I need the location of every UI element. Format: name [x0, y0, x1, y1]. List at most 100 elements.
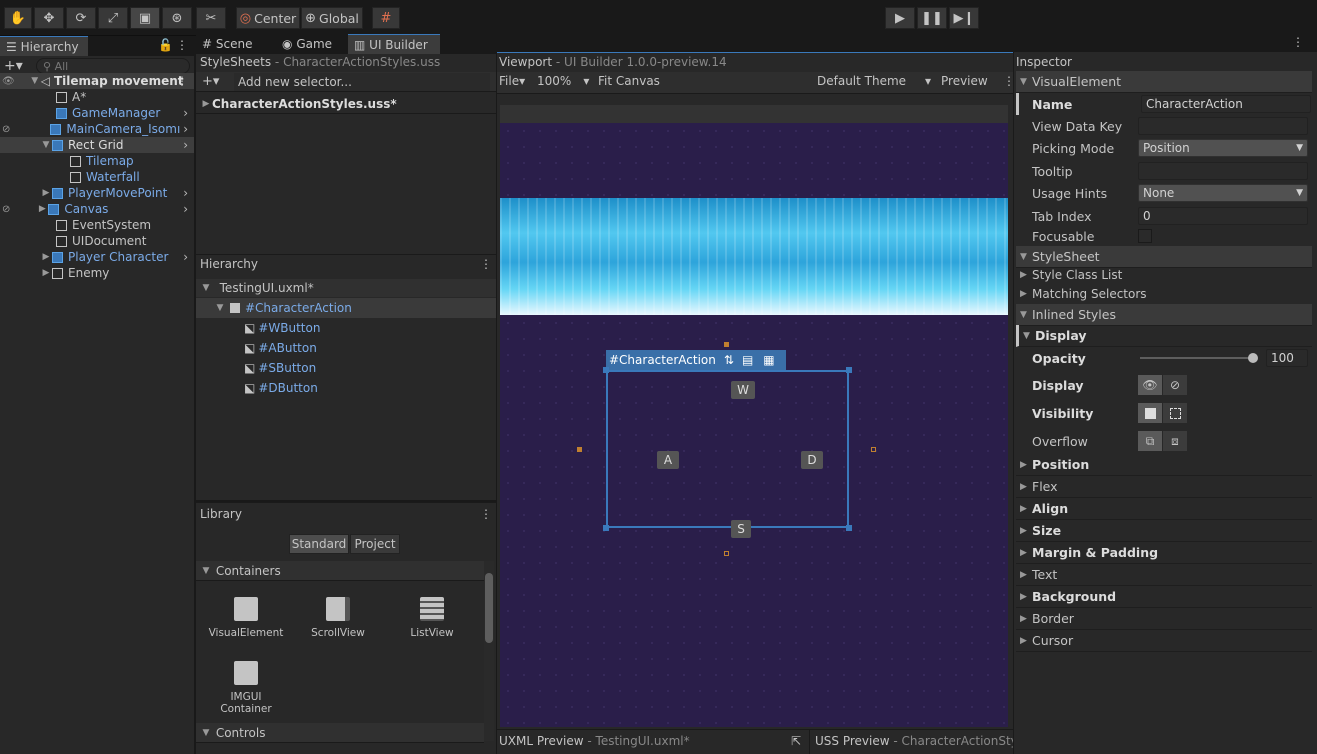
more-icon[interactable]: ⋮	[176, 38, 188, 52]
focusable-checkbox[interactable]	[1138, 229, 1152, 243]
lock-icon[interactable]: 🔓	[158, 38, 173, 52]
chevron-right-icon[interactable]: ›	[183, 122, 188, 136]
open-external-icon[interactable]: ⇱	[791, 734, 801, 748]
containers-foldout[interactable]: ▼ Containers	[196, 561, 484, 581]
overflow-visible-icon[interactable]: ⧉	[1138, 431, 1162, 451]
selector-input[interactable]: Add new selector...	[234, 73, 490, 91]
eye-icon[interactable]: 👁	[1138, 375, 1162, 395]
resize-handle[interactable]	[603, 525, 609, 531]
slider-thumb[interactable]	[1248, 353, 1258, 363]
list-item[interactable]: UIDocument	[56, 233, 147, 249]
resize-handle[interactable]	[846, 367, 852, 373]
tree-item[interactable]: ⬕ #AButton	[244, 340, 317, 356]
matching-selectors-foldout[interactable]: ▶ Matching Selectors	[1016, 284, 1312, 303]
pause-button[interactable]: ❚❚	[917, 7, 947, 29]
tree-item[interactable]: ▼ #CharacterAction	[196, 298, 496, 318]
list-item[interactable]: EventSystem	[56, 217, 151, 233]
tooltip-field[interactable]	[1138, 162, 1308, 180]
play-button[interactable]: ▶	[885, 7, 915, 29]
visualelement-foldout[interactable]: ▼ VisualElement	[1016, 71, 1312, 93]
library-item-listview[interactable]: ListView	[392, 597, 472, 639]
tab-ui-builder[interactable]: ▥ UI Builder	[348, 34, 440, 54]
view-data-key-field[interactable]	[1138, 117, 1308, 135]
expand-arrow-icon[interactable]: ▼	[214, 303, 226, 313]
chevron-right-icon[interactable]: ›	[183, 202, 188, 216]
rect-tool-icon[interactable]: ▣	[130, 7, 160, 29]
flex-foldout[interactable]: ▶ Flex	[1016, 476, 1312, 498]
library-item-scrollview[interactable]: ScrollView	[298, 597, 378, 639]
expand-arrow-icon[interactable]: ▶	[200, 99, 212, 109]
list-item[interactable]: ⊘ MainCamera_Isomı ›	[0, 121, 194, 137]
rotate-tool-icon[interactable]: ⟳	[66, 7, 96, 29]
list-item[interactable]: ⊘ ▶ Canvas ›	[0, 201, 194, 217]
name-field[interactable]: CharacterAction	[1141, 95, 1311, 113]
visible-icon[interactable]	[1138, 403, 1162, 423]
align-icon[interactable]: ▤	[742, 353, 753, 367]
flex-direction-icon[interactable]: ⇅	[724, 353, 734, 367]
hidden-icon[interactable]	[1163, 403, 1187, 423]
uxml-root-row[interactable]: ▼ TestingUI.uxml*	[196, 279, 496, 297]
hierarchy-search-input[interactable]: ⚲ All	[36, 58, 190, 74]
tab-standard[interactable]: Standard	[289, 534, 349, 554]
canvas-header[interactable]	[500, 105, 1008, 123]
tree-item[interactable]: ⬕ #WButton	[244, 320, 320, 336]
tree-item[interactable]: ⬕ #DButton	[244, 380, 318, 396]
expand-arrow-icon[interactable]: ▶	[40, 188, 52, 198]
cursor-foldout[interactable]: ▶ Cursor	[1016, 630, 1312, 652]
overflow-hidden-icon[interactable]: ⧈	[1163, 431, 1187, 451]
scene-row[interactable]: 👁 ▼ ◁ Tilemap movement ⋮	[0, 73, 194, 89]
fit-canvas-button[interactable]: Fit Canvas	[598, 74, 660, 88]
opacity-field[interactable]: 100	[1266, 349, 1308, 367]
pivot-toggle-button[interactable]: ◎ Center	[236, 7, 300, 29]
step-button[interactable]: ▶❙	[949, 7, 979, 29]
margin-handle[interactable]	[724, 342, 729, 347]
scrollbar-thumb[interactable]	[485, 573, 493, 643]
list-item[interactable]: ▶ Player Character ›	[40, 249, 194, 265]
expand-arrow-icon[interactable]: ▼	[40, 140, 52, 150]
d-button[interactable]: D	[801, 451, 823, 469]
tab-index-field[interactable]: 0	[1138, 207, 1308, 225]
library-item-visualelement[interactable]: VisualElement	[206, 597, 286, 639]
list-item[interactable]: Tilemap	[70, 153, 134, 169]
character-action-element[interactable]	[606, 370, 849, 528]
resize-handle[interactable]	[603, 367, 609, 373]
uxml-preview-tab[interactable]: UXML Preview - TestingUI.uxml*	[499, 734, 690, 748]
border-foldout[interactable]: ▶ Border	[1016, 608, 1312, 630]
expand-arrow-icon[interactable]: ▶	[40, 252, 52, 262]
list-item[interactable]: GameManager ›	[56, 105, 194, 121]
a-button[interactable]: A	[657, 451, 679, 469]
list-item[interactable]: A*	[56, 89, 86, 105]
tab-scene[interactable]: # Scene	[196, 34, 258, 54]
margin-padding-foldout[interactable]: ▶ Margin & Padding	[1016, 542, 1312, 564]
uss-preview-tab[interactable]: USS Preview - CharacterActionSty	[815, 734, 1013, 748]
add-selector-icon[interactable]: +▾	[202, 74, 219, 89]
selection-label[interactable]: #CharacterAction ⇅ ▤ ▦	[606, 350, 786, 370]
visibility-icon[interactable]: 👁	[2, 76, 15, 87]
chevron-right-icon[interactable]: ›	[183, 138, 188, 152]
theme-dropdown[interactable]: Default Theme ▾	[817, 74, 931, 88]
resize-handle[interactable]	[846, 525, 852, 531]
usage-hints-dropdown[interactable]: None ▼	[1138, 184, 1308, 202]
w-button[interactable]: W	[731, 381, 755, 399]
hand-tool-icon[interactable]: ✋	[4, 7, 32, 29]
zoom-dropdown[interactable]: 100% ▾	[537, 74, 591, 88]
opacity-slider[interactable]	[1140, 357, 1252, 359]
chevron-right-icon[interactable]: ›	[183, 106, 188, 120]
margin-handle[interactable]	[871, 447, 876, 452]
controls-foldout[interactable]: ▼ Controls	[196, 723, 484, 743]
tab-project[interactable]: Project	[350, 534, 400, 554]
list-item[interactable]: ▼ Rect Grid ›	[0, 137, 194, 153]
more-icon[interactable]: ⋮	[1292, 35, 1304, 49]
justify-icon[interactable]: ▦	[763, 353, 774, 367]
expand-arrow-icon[interactable]: ▶	[40, 268, 52, 278]
library-scrollbar[interactable]	[484, 561, 494, 741]
display-foldout[interactable]: ▼ Display	[1016, 325, 1312, 347]
file-menu[interactable]: File ▾	[499, 74, 525, 88]
transform-tool-icon[interactable]: ⊛	[162, 7, 192, 29]
s-button[interactable]: S	[731, 520, 751, 538]
space-toggle-button[interactable]: ⊕ Global	[301, 7, 363, 29]
tab-hierarchy[interactable]: ☰ Hierarchy	[0, 36, 88, 56]
hidden-icon[interactable]: ⊘	[2, 124, 10, 135]
margin-handle[interactable]	[724, 551, 729, 556]
custom-tool-icon[interactable]: ✂	[196, 7, 226, 29]
